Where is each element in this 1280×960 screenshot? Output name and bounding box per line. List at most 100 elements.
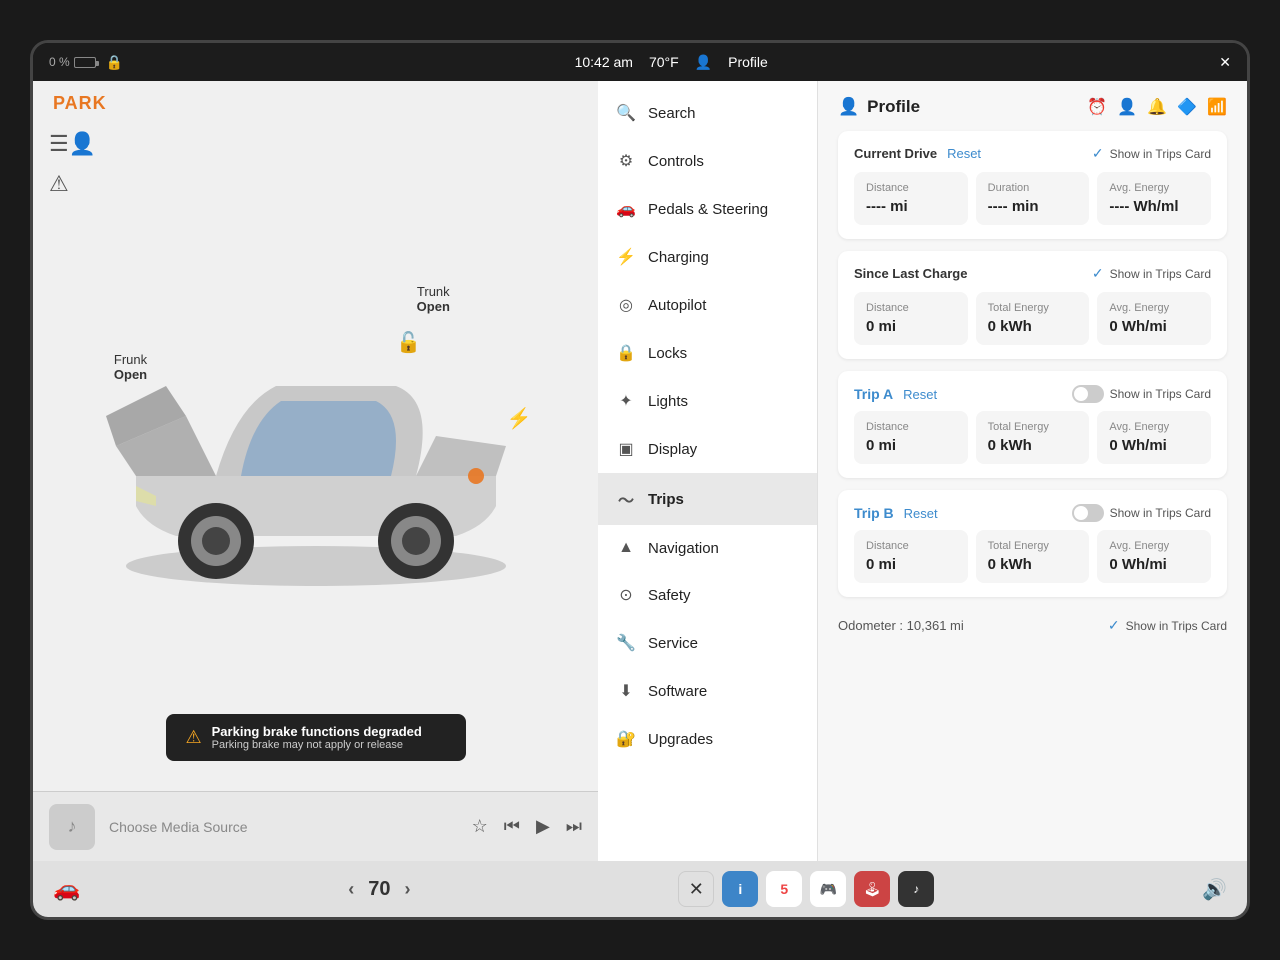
current-drive-checkmark: ✓ bbox=[1092, 145, 1104, 162]
volume-icon[interactable]: 🔊 bbox=[1202, 877, 1227, 902]
close-icon[interactable]: ✕ bbox=[1219, 54, 1231, 71]
trip-b-avg-energy-value: 0 Wh/mi bbox=[1109, 556, 1199, 573]
trip-b-toggle[interactable] bbox=[1072, 504, 1104, 522]
current-drive-show-trips: ✓ Show in Trips Card bbox=[1092, 145, 1211, 162]
bluetooth-icon[interactable]: 🔷 bbox=[1177, 97, 1197, 117]
slc-total-energy-value: 0 kWh bbox=[988, 318, 1078, 335]
trip-a-reset[interactable]: Reset bbox=[903, 387, 937, 402]
menu-trips-label: Trips bbox=[648, 491, 684, 508]
warning-sub: Parking brake may not apply or release bbox=[212, 739, 422, 751]
current-drive-stats: Distance ---- mi Duration ---- min Avg. … bbox=[854, 172, 1211, 225]
trunk-label: Trunk Open bbox=[417, 284, 450, 314]
app-games-button[interactable]: 🎮 bbox=[810, 871, 846, 907]
trip-b-reset[interactable]: Reset bbox=[904, 506, 938, 521]
upgrades-icon: 🔐 bbox=[616, 729, 636, 749]
profile-title: 👤 Profile bbox=[838, 97, 920, 117]
menu-item-locks[interactable]: 🔒 Locks bbox=[598, 329, 817, 377]
temp-increase-button[interactable]: › bbox=[404, 879, 410, 900]
menu-item-upgrades[interactable]: 🔐 Upgrades bbox=[598, 715, 817, 763]
media-album-art[interactable]: ♪ bbox=[49, 804, 95, 850]
app-music-button[interactable]: ♪ bbox=[898, 871, 934, 907]
menu-item-pedals[interactable]: 🚗 Pedals & Steering bbox=[598, 185, 817, 233]
menu-item-search[interactable]: 🔍 Search bbox=[598, 89, 817, 137]
menu-item-autopilot[interactable]: ◎ Autopilot bbox=[598, 281, 817, 329]
odometer-show-trips: ✓ Show in Trips Card bbox=[1108, 617, 1227, 634]
slc-distance-label: Distance bbox=[866, 302, 956, 314]
favorite-icon[interactable]: ☆ bbox=[472, 816, 488, 837]
trip-a-total-energy-label: Total Energy bbox=[988, 421, 1078, 433]
menu-item-trips[interactable]: 〜 Trips bbox=[598, 473, 817, 525]
trip-b-avg-energy-label: Avg. Energy bbox=[1109, 540, 1199, 552]
charging-bolt-icon: ⚡ bbox=[507, 406, 532, 431]
media-source-label[interactable]: Choose Media Source bbox=[109, 819, 458, 835]
battery-indicator: 0 % bbox=[49, 55, 96, 69]
service-icon: 🔧 bbox=[616, 633, 636, 653]
menu-charging-label: Charging bbox=[648, 249, 709, 266]
temp-decrease-button[interactable]: ‹ bbox=[348, 879, 354, 900]
current-drive-avg-energy-value: ---- Wh/ml bbox=[1109, 198, 1199, 215]
since-last-charge-title: Since Last Charge bbox=[854, 266, 967, 281]
clock: 10:42 am bbox=[575, 54, 633, 70]
app-close-button[interactable]: ✕ bbox=[678, 871, 714, 907]
trip-b-total-energy-label: Total Energy bbox=[988, 540, 1078, 552]
play-icon[interactable]: ▶ bbox=[536, 816, 550, 837]
current-drive-reset[interactable]: Reset bbox=[947, 146, 981, 161]
trip-a-total-energy-value: 0 kWh bbox=[988, 437, 1078, 454]
trip-a-header: Trip A Reset Show in Trips Card bbox=[854, 385, 1211, 403]
trip-a-card: Trip A Reset Show in Trips Card Distance… bbox=[838, 371, 1227, 478]
trip-b-total-energy-value: 0 kWh bbox=[988, 556, 1078, 573]
warning-title: Parking brake functions degraded bbox=[212, 724, 422, 739]
temperature-display: 70°F bbox=[649, 54, 679, 70]
trip-b-distance: Distance 0 mi bbox=[854, 530, 968, 583]
next-track-icon[interactable]: ⏭ bbox=[566, 816, 582, 837]
odometer-row: Odometer : 10,361 mi ✓ Show in Trips Car… bbox=[838, 609, 1227, 634]
car-svg bbox=[76, 246, 556, 626]
trunk-unlock-icon: 🔓 bbox=[396, 330, 421, 355]
warning-text: Parking brake functions degraded Parking… bbox=[212, 724, 422, 751]
current-drive-distance-value: ---- mi bbox=[866, 198, 956, 215]
slc-avg-energy-value: 0 Wh/mi bbox=[1109, 318, 1199, 335]
odometer-show-label: Show in Trips Card bbox=[1126, 619, 1227, 633]
trip-b-label: Trip B bbox=[854, 505, 894, 521]
menu-navigation-label: Navigation bbox=[648, 540, 719, 557]
menu-item-service[interactable]: 🔧 Service bbox=[598, 619, 817, 667]
menu-item-charging[interactable]: ⚡ Charging bbox=[598, 233, 817, 281]
locks-icon: 🔒 bbox=[616, 343, 636, 363]
menu-item-display[interactable]: ▣ Display bbox=[598, 425, 817, 473]
trip-b-card: Trip B Reset Show in Trips Card Distance… bbox=[838, 490, 1227, 597]
top-bar-center: 10:42 am 70°F 👤 Profile bbox=[575, 54, 768, 71]
signal-icon[interactable]: 📶 bbox=[1207, 97, 1227, 117]
menu-item-software[interactable]: ⬇ Software bbox=[598, 667, 817, 715]
since-last-charge-checkmark: ✓ bbox=[1092, 265, 1104, 282]
person-icon[interactable]: 👤 bbox=[1117, 97, 1137, 117]
alarm-icon[interactable]: ⏰ bbox=[1087, 97, 1107, 117]
trip-b-show-trips: Show in Trips Card bbox=[1072, 504, 1211, 522]
car-icon-bottom: 🚗 bbox=[53, 876, 80, 902]
current-drive-avg-energy-label: Avg. Energy bbox=[1109, 182, 1199, 194]
display-icon: ▣ bbox=[616, 439, 636, 459]
media-controls: ☆ ⏮ ▶ ⏭ bbox=[472, 816, 582, 837]
app-arcade-button[interactable]: 🕹 bbox=[854, 871, 890, 907]
menu-item-navigation[interactable]: ▲ Navigation bbox=[598, 525, 817, 571]
trip-b-show-label: Show in Trips Card bbox=[1110, 506, 1211, 520]
current-drive-distance: Distance ---- mi bbox=[854, 172, 968, 225]
trip-a-toggle[interactable] bbox=[1072, 385, 1104, 403]
current-drive-distance-label: Distance bbox=[866, 182, 956, 194]
trip-b-header: Trip B Reset Show in Trips Card bbox=[854, 504, 1211, 522]
menu-autopilot-label: Autopilot bbox=[648, 297, 706, 314]
prev-track-icon[interactable]: ⏮ bbox=[504, 816, 520, 837]
warning-triangle-icon: ⚠ bbox=[186, 727, 202, 748]
menu-item-controls[interactable]: ⚙ Controls bbox=[598, 137, 817, 185]
app-calendar-button[interactable]: 5 bbox=[766, 871, 802, 907]
trip-a-avg-energy-label: Avg. Energy bbox=[1109, 421, 1199, 433]
bell-icon[interactable]: 🔔 bbox=[1147, 97, 1167, 117]
safety-icon: ⊙ bbox=[616, 585, 636, 605]
autopilot-icon: ◎ bbox=[616, 295, 636, 315]
slc-avg-energy: Avg. Energy 0 Wh/mi bbox=[1097, 292, 1211, 345]
current-drive-card: Current Drive Reset ✓ Show in Trips Card… bbox=[838, 131, 1227, 239]
app-info-button[interactable]: i bbox=[722, 871, 758, 907]
menu-item-lights[interactable]: ✦ Lights bbox=[598, 377, 817, 425]
since-last-charge-show-trips: ✓ Show in Trips Card bbox=[1092, 265, 1211, 282]
charging-icon: ⚡ bbox=[616, 247, 636, 267]
menu-item-safety[interactable]: ⊙ Safety bbox=[598, 571, 817, 619]
